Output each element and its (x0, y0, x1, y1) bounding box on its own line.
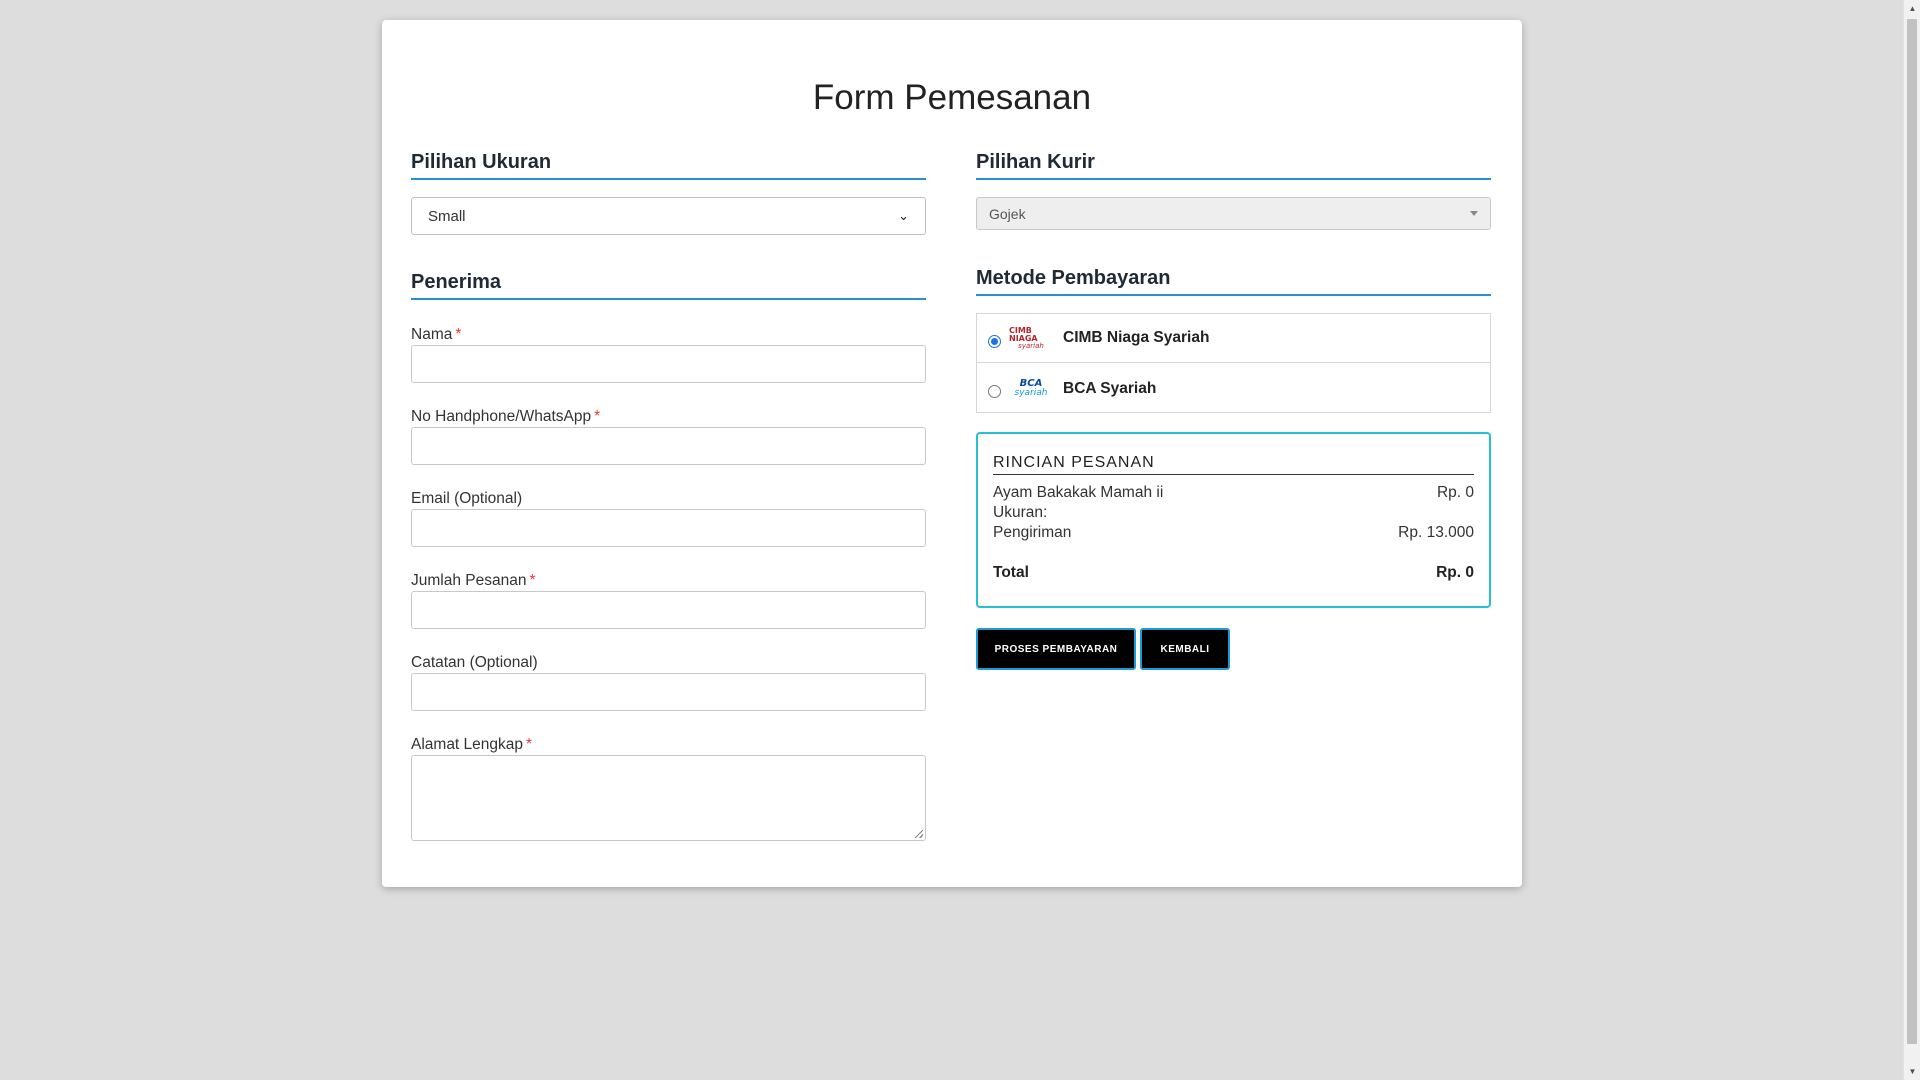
product-name: Ayam Bakakak Mamah ii (993, 484, 1164, 501)
payment-section-title: Metode Pembayaran (976, 267, 1491, 296)
scroll-up-icon[interactable]: ▲ (1904, 0, 1920, 17)
notes-label: Catatan (Optional) (411, 654, 538, 671)
total-value: Rp. 0 (1436, 564, 1474, 581)
payment-option-cimb[interactable]: CIMB NIAGA syariah CIMB Niaga Syariah (977, 314, 1490, 363)
radio-cimb[interactable] (988, 334, 1001, 348)
required-mark: * (526, 736, 533, 753)
order-summary-box: RINCIAN PESANAN Ayam Bakakak Mamah ii Rp… (976, 432, 1491, 608)
cimb-logo-line2: syariah (1018, 341, 1044, 350)
size-label: Ukuran: (993, 504, 1048, 521)
address-label: Alamat Lengkap * (411, 736, 532, 754)
name-input[interactable] (411, 345, 926, 383)
back-button[interactable]: KEMBALI (1140, 628, 1230, 670)
recipient-section-title: Penerima (411, 271, 926, 300)
required-mark: * (455, 326, 462, 343)
courier-select[interactable]: Gojek (976, 197, 1491, 230)
bca-logo: BCA syariah (1009, 378, 1053, 400)
summary-size-row: Ukuran: (993, 504, 1474, 522)
size-select-value: Small (428, 207, 466, 225)
vertical-scrollbar[interactable]: ▲ ▼ (1903, 0, 1920, 1080)
summary-shipping-row: Pengiriman Rp. 13.000 (993, 524, 1474, 542)
phone-label-text: No Handphone/WhatsApp (411, 408, 592, 425)
cimb-logo-line1: CIMB NIAGA (1009, 325, 1038, 343)
bca-label: BCA Syariah (1063, 379, 1157, 397)
email-label: Email (Optional) (411, 490, 523, 507)
total-label: Total (993, 564, 1029, 581)
summary-total-row: Total Rp. 0 (993, 564, 1474, 582)
payment-option-bca[interactable]: BCA syariah BCA Syariah (977, 364, 1490, 413)
courier-select-value: Gojek (989, 205, 1026, 222)
shipping-price: Rp. 13.000 (1398, 524, 1474, 541)
browser-viewport: Form Pemesanan Pilihan Ukuran Small ⌄ Pe… (0, 0, 1920, 1080)
order-summary-title: RINCIAN PESANAN (993, 454, 1474, 475)
notes-input[interactable] (411, 673, 926, 711)
cimb-logo: CIMB NIAGA syariah (1009, 325, 1053, 350)
courier-section-title: Pilihan Kurir (976, 151, 1491, 180)
chevron-down-icon: ⌄ (898, 208, 909, 223)
size-select[interactable]: Small ⌄ (411, 197, 926, 235)
name-label-text: Nama (411, 326, 453, 343)
payment-method-list: CIMB NIAGA syariah CIMB Niaga Syariah BC… (976, 313, 1491, 413)
radio-bca[interactable] (988, 385, 1001, 398)
order-form-card: Form Pemesanan Pilihan Ukuran Small ⌄ Pe… (382, 20, 1522, 887)
quantity-input[interactable] (411, 591, 926, 629)
page-title: Form Pemesanan (812, 78, 1092, 117)
summary-product-row: Ayam Bakakak Mamah ii Rp. 0 (993, 484, 1474, 502)
quantity-label: Jumlah Pesanan * (411, 572, 536, 590)
scroll-down-icon[interactable]: ▼ (1904, 1063, 1920, 1080)
quantity-label-text: Jumlah Pesanan (411, 572, 527, 589)
resize-handle[interactable] (915, 830, 923, 838)
cimb-label: CIMB Niaga Syariah (1063, 329, 1210, 346)
phone-label: No Handphone/WhatsApp * (411, 408, 600, 426)
process-payment-button[interactable]: PROSES PEMBAYARAN (976, 628, 1136, 670)
phone-input[interactable] (411, 427, 926, 465)
scroll-thumb[interactable] (1907, 19, 1917, 1044)
shipping-label: Pengiriman (993, 524, 1072, 541)
product-price: Rp. 0 (1436, 484, 1474, 501)
size-section-title: Pilihan Ukuran (411, 151, 926, 180)
name-label: Nama * (411, 326, 461, 344)
address-label-text: Alamat Lengkap (411, 736, 524, 753)
address-textarea[interactable] (411, 755, 926, 841)
required-mark: * (594, 408, 601, 425)
email-input[interactable] (411, 509, 926, 547)
required-mark: * (529, 572, 536, 589)
caret-down-icon (1470, 211, 1478, 216)
bca-logo-line2: syariah (1014, 388, 1048, 398)
